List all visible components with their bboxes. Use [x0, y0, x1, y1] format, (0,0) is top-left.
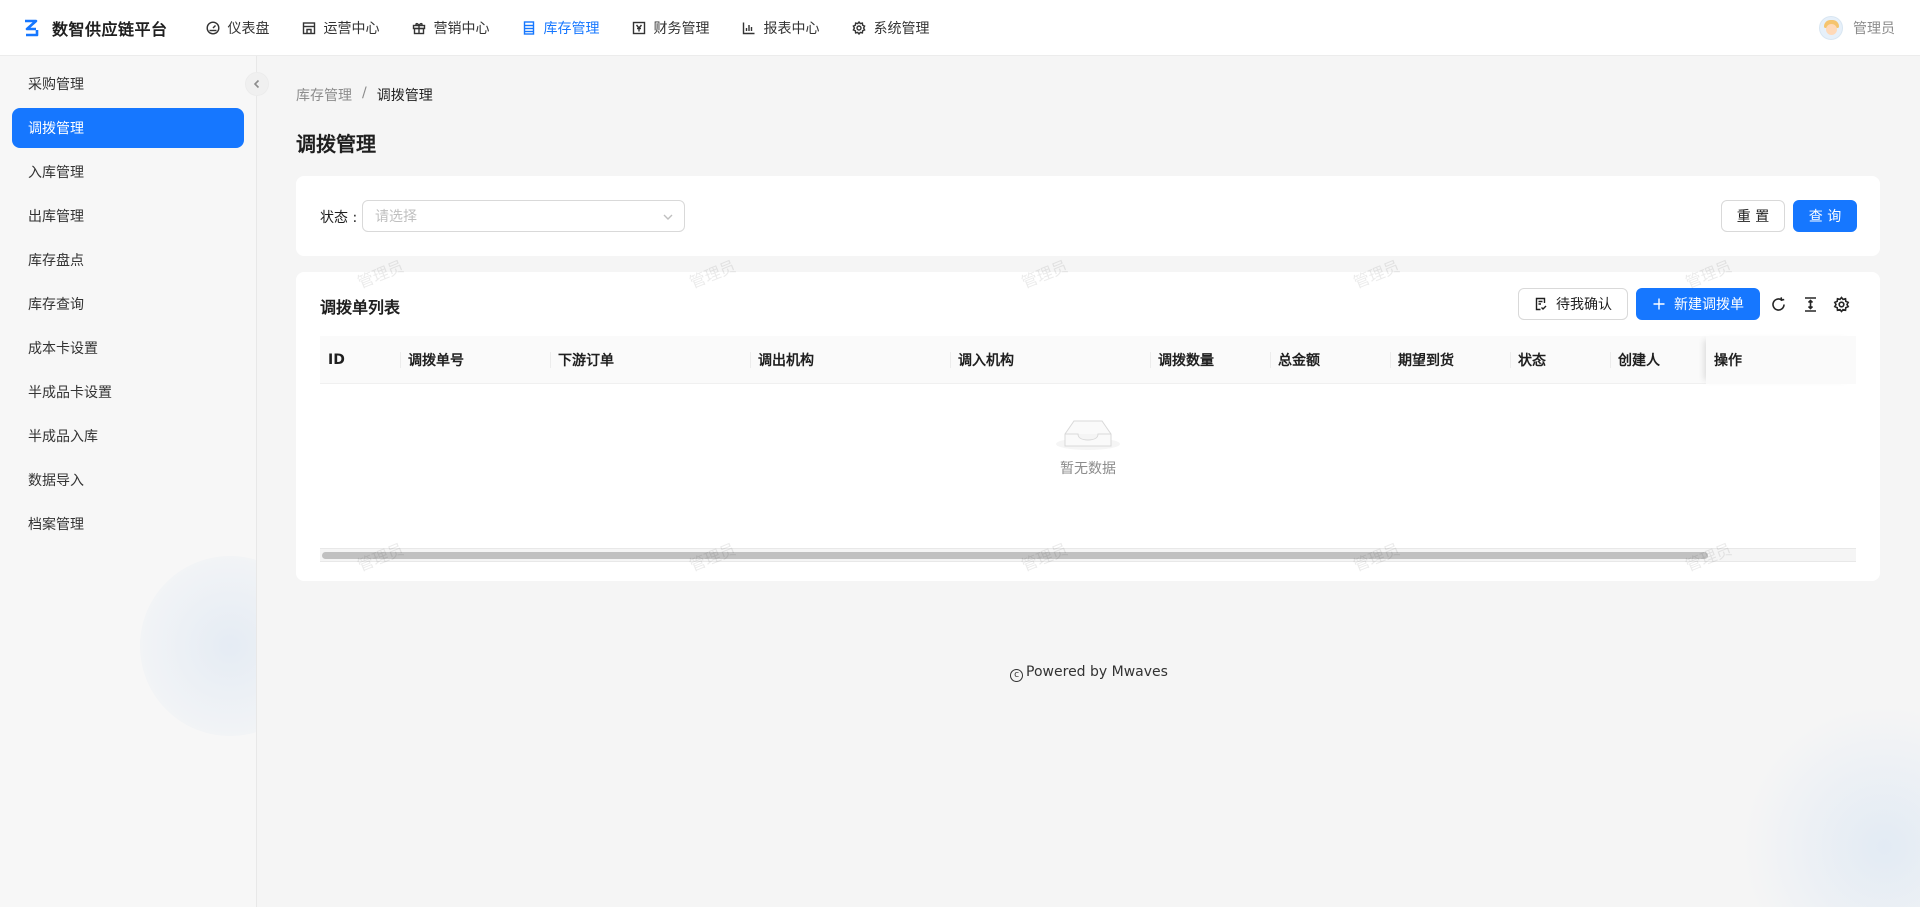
column-header-expected-arrival[interactable]: 期望到货 — [1390, 336, 1510, 384]
top-nav: 仪表盘 运营中心 营销中心 库存管理 财务管理 报表中心 系统管理 — [190, 0, 946, 56]
column-settings-button[interactable] — [1831, 294, 1851, 314]
column-header-id[interactable]: ID — [320, 336, 400, 384]
column-header-target-org[interactable]: 调入机构 — [950, 336, 1150, 384]
sidebar-item-data-import[interactable]: 数据导入 — [12, 460, 244, 500]
sidebar-item-stock-query[interactable]: 库存查询 — [12, 284, 244, 324]
nav-item-marketing[interactable]: 营销中心 — [396, 0, 506, 56]
nav-item-label: 系统管理 — [873, 20, 930, 37]
logo-icon — [25, 19, 39, 36]
plus-icon — [1653, 298, 1665, 310]
nav-item-dashboard[interactable]: 仪表盘 — [190, 0, 286, 56]
column-header-downstream-order[interactable]: 下游订单 — [550, 336, 750, 384]
nav-item-label: 营销中心 — [433, 20, 490, 37]
copyright-icon: c — [1010, 669, 1024, 682]
gift-icon — [412, 22, 425, 34]
column-height-icon — [1804, 296, 1816, 312]
column-header-status[interactable]: 状态 — [1510, 336, 1610, 384]
sidebar-menu: 采购管理 调拨管理 入库管理 出库管理 库存盘点 库存查询 成本卡设置 半成品卡… — [0, 56, 256, 544]
scrollbar-thumb[interactable] — [322, 552, 1708, 559]
dashboard-icon — [206, 20, 220, 35]
column-header-source-org[interactable]: 调出机构 — [750, 336, 950, 384]
nav-item-label: 仪表盘 — [227, 20, 270, 37]
column-header-total-amount[interactable]: 总金额 — [1270, 336, 1390, 384]
sidebar: 采购管理 调拨管理 入库管理 出库管理 库存盘点 库存查询 成本卡设置 半成品卡… — [0, 56, 257, 907]
store-icon — [302, 21, 315, 34]
transfer-list-card: 调拨单列表 待我确认 新建调拨单 ID 调拨单号 下游订单 调出机构 调入机构 … — [296, 272, 1880, 581]
breadcrumb-current: 调拨管理 — [376, 88, 433, 104]
nav-item-finance[interactable]: 财务管理 — [616, 0, 726, 56]
sidebar-item-semi-inbound[interactable]: 半成品入库 — [12, 416, 244, 456]
sidebar-collapse-button[interactable] — [245, 72, 269, 96]
table-title: 调拨单列表 — [320, 298, 401, 317]
nav-item-label: 财务管理 — [653, 20, 710, 37]
nav-item-label: 库存管理 — [543, 20, 600, 37]
sidebar-item-cost-card[interactable]: 成本卡设置 — [12, 328, 244, 368]
pending-confirm-label: 待我确认 — [1556, 297, 1612, 313]
chevron-left-icon — [253, 79, 260, 89]
table-header: ID 调拨单号 下游订单 调出机构 调入机构 调拨数量 总金额 期望到货 状态 … — [320, 336, 1856, 384]
horizontal-scrollbar[interactable] — [320, 548, 1856, 562]
sidebar-item-transfer[interactable]: 调拨管理 — [12, 108, 244, 148]
footer: c Powered by Mwaves — [258, 664, 1920, 682]
user-name: 管理员 — [1853, 21, 1895, 37]
query-button[interactable]: 查 询 — [1793, 200, 1857, 232]
top-header: 数智供应链平台 仪表盘 运营中心 营销中心 库存管理 财务管理 报表中心 系统管… — [0, 0, 1920, 56]
main-content: 库存管理 / 调拨管理 调拨管理 状态 : 请选择 重 置 查 询 调拨单列表 … — [258, 56, 1920, 907]
breadcrumb-separator: / — [362, 85, 367, 101]
nav-item-label: 报表中心 — [763, 20, 820, 37]
app-title: 数智供应链平台 — [52, 19, 168, 39]
empty-inbox-icon — [1056, 420, 1120, 450]
gear-icon — [851, 20, 866, 35]
column-header-creator[interactable]: 创建人 — [1610, 336, 1706, 384]
reset-button[interactable]: 重 置 — [1721, 200, 1785, 232]
finance-icon — [632, 21, 645, 34]
nav-item-inventory[interactable]: 库存管理 — [506, 0, 616, 56]
new-transfer-label: 新建调拨单 — [1674, 297, 1744, 313]
brand[interactable]: 数智供应链平台 — [22, 16, 168, 40]
new-transfer-button[interactable]: 新建调拨单 — [1636, 288, 1760, 320]
document-check-icon — [1535, 297, 1547, 311]
breadcrumb: 库存管理 / 调拨管理 — [296, 85, 433, 105]
breadcrumb-parent[interactable]: 库存管理 — [296, 85, 352, 105]
chevron-down-icon — [663, 214, 673, 220]
bar-chart-icon — [742, 22, 755, 34]
settings-icon — [1833, 295, 1849, 313]
nav-item-reports[interactable]: 报表中心 — [726, 0, 836, 56]
sidebar-item-stocktake[interactable]: 库存盘点 — [12, 240, 244, 280]
refresh-icon — [1771, 296, 1785, 311]
pending-confirm-button[interactable]: 待我确认 — [1518, 288, 1628, 320]
density-button[interactable] — [1800, 294, 1820, 314]
inventory-icon — [523, 20, 534, 35]
sidebar-item-inbound[interactable]: 入库管理 — [12, 152, 244, 192]
status-select[interactable]: 请选择 — [362, 200, 685, 232]
user-menu[interactable]: 管理员 — [1819, 0, 1895, 56]
nav-item-system[interactable]: 系统管理 — [836, 0, 946, 56]
column-header-quantity[interactable]: 调拨数量 — [1150, 336, 1270, 384]
column-header-actions: 操作 — [1706, 336, 1856, 384]
status-select-placeholder: 请选择 — [375, 209, 417, 225]
page-title: 调拨管理 — [296, 132, 376, 156]
sidebar-item-semi-card[interactable]: 半成品卡设置 — [12, 372, 244, 412]
footer-text: Powered by Mwaves — [1026, 664, 1168, 680]
nav-item-operations[interactable]: 运营中心 — [286, 0, 396, 56]
status-filter-label: 状态 : — [320, 210, 358, 226]
sidebar-item-outbound[interactable]: 出库管理 — [12, 196, 244, 236]
empty-text: 暂无数据 — [1060, 460, 1116, 477]
nav-item-label: 运营中心 — [323, 20, 380, 37]
filter-card: 状态 : 请选择 重 置 查 询 — [296, 176, 1880, 256]
avatar — [1819, 16, 1843, 40]
refresh-button[interactable] — [1768, 294, 1788, 314]
column-header-transfer-no[interactable]: 调拨单号 — [400, 336, 550, 384]
sidebar-item-archive[interactable]: 档案管理 — [12, 504, 244, 544]
sidebar-item-purchase[interactable]: 采购管理 — [12, 64, 244, 104]
empty-state: 暂无数据 — [320, 384, 1856, 502]
